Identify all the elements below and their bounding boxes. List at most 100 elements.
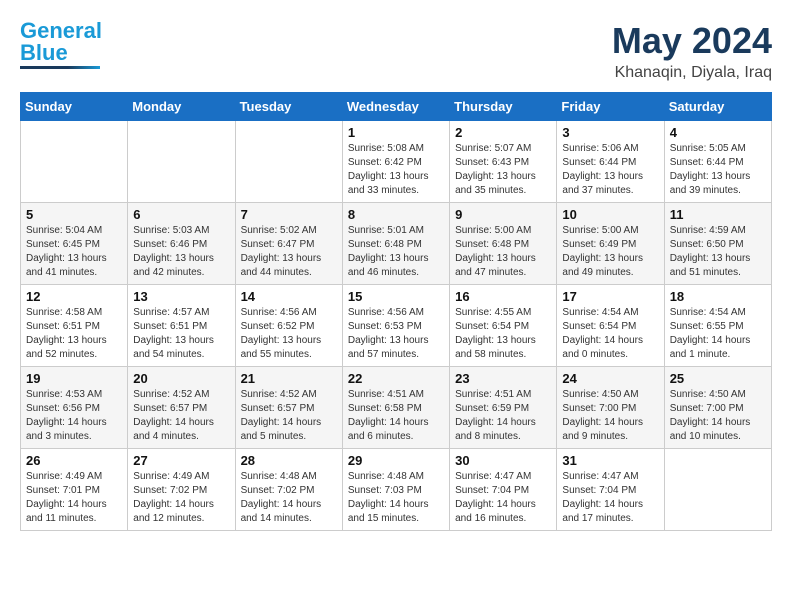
day-info: Sunrise: 4:56 AM Sunset: 6:52 PM Dayligh… [241,306,337,362]
calendar-cell: 7Sunrise: 5:02 AM Sunset: 6:47 PM Daylig… [235,203,342,285]
day-number: 3 [562,125,658,140]
day-info: Sunrise: 4:49 AM Sunset: 7:02 PM Dayligh… [133,470,229,526]
calendar-cell: 10 Sunrise: 5:00 AM Sunset: 6:49 PM Dayli… [557,203,664,285]
day-info: Sunrise: 4:51 AM Sunset: 6:59 PM Dayligh… [455,388,551,444]
calendar-cell: 3 Sunrise: 5:06 AM Sunset: 6:44 PM Daylig… [557,121,664,203]
day-info: Sunrise: 4:51 AM Sunset: 6:58 PM Dayligh… [348,388,444,444]
calendar-cell: 23 Sunrise: 4:51 AM Sunset: 6:59 PM Dayli… [450,367,557,449]
weekday-header-wednesday: Wednesday [342,93,449,121]
logo-line [20,66,100,69]
title-block: May 2024 Khanaqin, Diyala, Iraq [612,20,772,82]
day-info: Sunrise: 4:52 AM Sunset: 6:57 PM Dayligh… [241,388,337,444]
day-info: Sunrise: 4:54 AM Sunset: 6:54 PM Dayligh… [562,306,658,362]
calendar-cell: 16Sunrise: 4:55 AM Sunset: 6:54 PM Dayli… [450,285,557,367]
day-info: Sunrise: 5:00 AM Sunset: 6:49 PM Dayligh… [562,224,658,280]
calendar-cell: 31Sunrise: 4:47 AM Sunset: 7:04 PM Dayli… [557,449,664,531]
weekday-header-monday: Monday [128,93,235,121]
day-number: 9 [455,207,551,222]
day-number: 25 [670,371,766,386]
day-number: 6 [133,207,229,222]
calendar-cell [664,449,771,531]
day-number: 29 [348,453,444,468]
day-number: 24 [562,371,658,386]
calendar-week-3: 12Sunrise: 4:58 AM Sunset: 6:51 PM Dayli… [21,285,772,367]
calendar-cell: 14Sunrise: 4:56 AM Sunset: 6:52 PM Dayli… [235,285,342,367]
day-info: Sunrise: 4:59 AM Sunset: 6:50 PM Dayligh… [670,224,766,280]
calendar-cell [235,121,342,203]
calendar-cell: 25 Sunrise: 4:50 AM Sunset: 7:00 PM Dayli… [664,367,771,449]
calendar-cell: 2Sunrise: 5:07 AM Sunset: 6:43 PM Daylig… [450,121,557,203]
calendar-cell [128,121,235,203]
weekday-header-saturday: Saturday [664,93,771,121]
day-number: 17 [562,289,658,304]
day-number: 19 [26,371,122,386]
day-number: 26 [26,453,122,468]
day-number: 30 [455,453,551,468]
logo: General Blue [20,20,102,69]
day-number: 18 [670,289,766,304]
day-info: Sunrise: 5:06 AM Sunset: 6:44 PM Dayligh… [562,142,658,198]
calendar-cell: 19 Sunrise: 4:53 AM Sunset: 6:56 PM Dayli… [21,367,128,449]
calendar-week-1: 1 Sunrise: 5:08 AM Sunset: 6:42 PM Daylig… [21,121,772,203]
day-info: Sunrise: 5:04 AM Sunset: 6:45 PM Dayligh… [26,224,122,280]
weekday-header-thursday: Thursday [450,93,557,121]
calendar-cell: 28Sunrise: 4:48 AM Sunset: 7:02 PM Dayli… [235,449,342,531]
day-info: Sunrise: 4:50 AM Sunset: 7:00 PM Dayligh… [670,388,766,444]
calendar-cell: 15 Sunrise: 4:56 AM Sunset: 6:53 PM Dayli… [342,285,449,367]
day-info: Sunrise: 4:47 AM Sunset: 7:04 PM Dayligh… [455,470,551,526]
calendar-cell: 18Sunrise: 4:54 AM Sunset: 6:55 PM Dayli… [664,285,771,367]
day-info: Sunrise: 4:50 AM Sunset: 7:00 PM Dayligh… [562,388,658,444]
day-number: 4 [670,125,766,140]
day-number: 11 [670,207,766,222]
logo-blue: Blue [20,40,68,65]
day-number: 10 [562,207,658,222]
calendar-cell: 20 Sunrise: 4:52 AM Sunset: 6:57 PM Dayli… [128,367,235,449]
day-info: Sunrise: 5:08 AM Sunset: 6:42 PM Dayligh… [348,142,444,198]
day-info: Sunrise: 4:56 AM Sunset: 6:53 PM Dayligh… [348,306,444,362]
day-number: 27 [133,453,229,468]
calendar-cell: 29 Sunrise: 4:48 AM Sunset: 7:03 PM Dayli… [342,449,449,531]
day-number: 31 [562,453,658,468]
day-info: Sunrise: 4:58 AM Sunset: 6:51 PM Dayligh… [26,306,122,362]
day-number: 20 [133,371,229,386]
day-number: 1 [348,125,444,140]
calendar-cell: 4 Sunrise: 5:05 AM Sunset: 6:44 PM Daylig… [664,121,771,203]
day-info: Sunrise: 4:49 AM Sunset: 7:01 PM Dayligh… [26,470,122,526]
weekday-header-friday: Friday [557,93,664,121]
day-number: 15 [348,289,444,304]
calendar-cell: 27 Sunrise: 4:49 AM Sunset: 7:02 PM Dayli… [128,449,235,531]
calendar-cell: 24 Sunrise: 4:50 AM Sunset: 7:00 PM Dayli… [557,367,664,449]
day-number: 5 [26,207,122,222]
calendar-week-2: 5 Sunrise: 5:04 AM Sunset: 6:45 PM Daylig… [21,203,772,285]
day-number: 13 [133,289,229,304]
weekday-header-sunday: Sunday [21,93,128,121]
calendar-cell: 11 Sunrise: 4:59 AM Sunset: 6:50 PM Dayli… [664,203,771,285]
day-info: Sunrise: 5:00 AM Sunset: 6:48 PM Dayligh… [455,224,551,280]
day-info: Sunrise: 5:03 AM Sunset: 6:46 PM Dayligh… [133,224,229,280]
location-title: Khanaqin, Diyala, Iraq [612,64,772,82]
calendar-cell: 22 Sunrise: 4:51 AM Sunset: 6:58 PM Dayli… [342,367,449,449]
calendar-cell: 12Sunrise: 4:58 AM Sunset: 6:51 PM Dayli… [21,285,128,367]
weekday-header-tuesday: Tuesday [235,93,342,121]
calendar-table: SundayMondayTuesdayWednesdayThursdayFrid… [20,92,772,531]
calendar-cell: 26 Sunrise: 4:49 AM Sunset: 7:01 PM Dayli… [21,449,128,531]
day-info: Sunrise: 4:52 AM Sunset: 6:57 PM Dayligh… [133,388,229,444]
calendar-cell [21,121,128,203]
day-info: Sunrise: 4:48 AM Sunset: 7:03 PM Dayligh… [348,470,444,526]
calendar-cell: 5 Sunrise: 5:04 AM Sunset: 6:45 PM Daylig… [21,203,128,285]
month-title: May 2024 [612,20,772,62]
calendar-cell: 21Sunrise: 4:52 AM Sunset: 6:57 PM Dayli… [235,367,342,449]
calendar-cell: 30 Sunrise: 4:47 AM Sunset: 7:04 PM Dayli… [450,449,557,531]
day-number: 23 [455,371,551,386]
calendar-cell: 13 Sunrise: 4:57 AM Sunset: 6:51 PM Dayli… [128,285,235,367]
day-number: 22 [348,371,444,386]
day-info: Sunrise: 4:53 AM Sunset: 6:56 PM Dayligh… [26,388,122,444]
day-number: 2 [455,125,551,140]
day-info: Sunrise: 5:05 AM Sunset: 6:44 PM Dayligh… [670,142,766,198]
day-number: 7 [241,207,337,222]
calendar-cell: 8Sunrise: 5:01 AM Sunset: 6:48 PM Daylig… [342,203,449,285]
day-info: Sunrise: 4:57 AM Sunset: 6:51 PM Dayligh… [133,306,229,362]
day-number: 28 [241,453,337,468]
calendar-cell: 6 Sunrise: 5:03 AM Sunset: 6:46 PM Daylig… [128,203,235,285]
page-header: General Blue May 2024 Khanaqin, Diyala, … [20,20,772,82]
